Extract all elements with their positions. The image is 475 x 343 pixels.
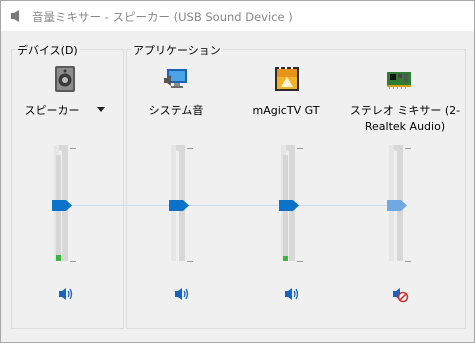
slider-tick	[187, 148, 193, 149]
peak-meter-fill	[283, 256, 288, 261]
volume-slider-thumb[interactable]	[169, 200, 189, 211]
system-sounds-icon	[164, 69, 187, 88]
channel-label: システム音	[148, 104, 204, 117]
window-title: 音量ミキサー - スピーカー (USB Sound Device )	[32, 10, 293, 24]
slider-tick	[187, 261, 193, 262]
channel-stereo-mixer: ステレオ ミキサー (2- Realtek Audio)	[343, 65, 460, 315]
speaker-device-icon	[55, 66, 75, 92]
peak-meter-fill	[56, 255, 61, 261]
volume-slider-thumb[interactable]	[387, 200, 407, 211]
slider-tick	[70, 261, 76, 262]
devices-group-label: デバイス(D)	[15, 42, 80, 58]
slider-tick	[405, 261, 411, 262]
channel-label: スピーカー	[24, 104, 80, 117]
mute-button[interactable]	[173, 285, 191, 303]
channel-label: mAgicTV GT	[252, 104, 320, 117]
slider-tick	[297, 148, 303, 149]
channel-speaker: スピーカー	[9, 65, 119, 315]
applications-group-label: アプリケーション	[131, 42, 223, 58]
title-bar: 音量ミキサー - スピーカー (USB Sound Device )	[1, 1, 474, 31]
slider-tick	[70, 148, 76, 149]
slider-tick	[405, 148, 411, 149]
channel-magictv: mAgicTV GT	[231, 65, 341, 315]
speaker-icon	[11, 10, 19, 22]
channel-system-sounds: システム音	[121, 65, 231, 315]
chevron-down-icon[interactable]	[97, 107, 105, 112]
magictv-icon	[275, 67, 299, 91]
channel-label: ステレオ ミキサー (2- Realtek Audio)	[349, 104, 461, 133]
volume-slider-thumb[interactable]	[279, 200, 299, 211]
mute-button[interactable]	[283, 285, 301, 303]
mute-button[interactable]	[57, 285, 75, 303]
slider-tick	[297, 261, 303, 262]
volume-slider-thumb[interactable]	[52, 200, 72, 211]
volume-mixer-window: 音量ミキサー - スピーカー (USB Sound Device ) デバイス(…	[0, 0, 475, 343]
unmute-button[interactable]	[391, 285, 409, 303]
sound-card-icon	[387, 72, 411, 89]
